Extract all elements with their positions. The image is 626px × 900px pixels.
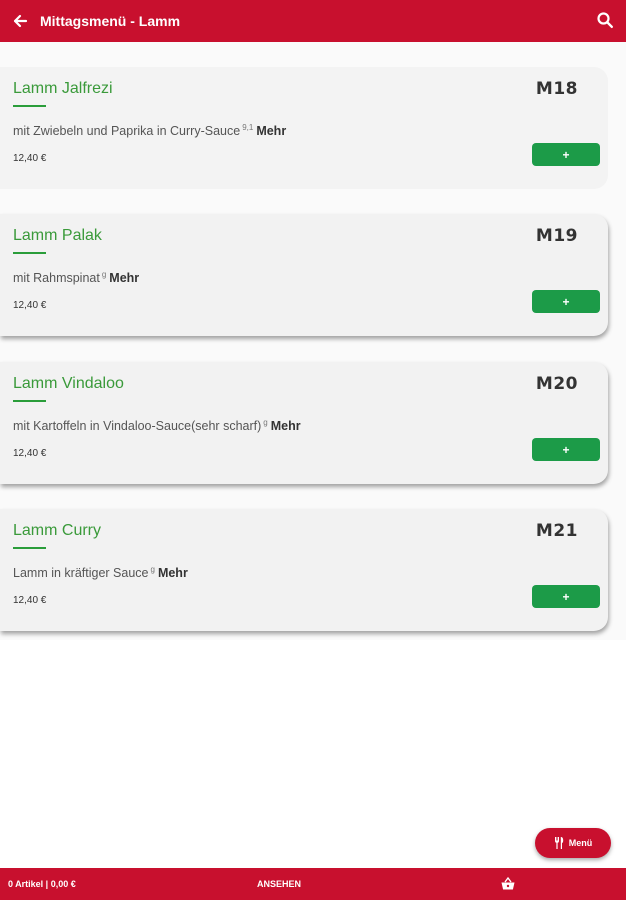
- menu-item-card[interactable]: Lamm Curry M21 Lamm in kräftiger Sauce g M…: [0, 509, 608, 631]
- cart-summary: 0 Artikel | 0,00 €: [8, 879, 76, 889]
- more-link[interactable]: Mehr: [271, 419, 301, 433]
- more-link[interactable]: Mehr: [256, 124, 286, 138]
- item-price: 12,40 €: [13, 300, 47, 311]
- add-to-cart-button[interactable]: +: [532, 143, 600, 166]
- item-name-underline: [13, 252, 46, 254]
- item-price: 12,40 €: [13, 153, 47, 164]
- item-description-text: mit Kartoffeln in Vindaloo-Sauce(sehr sc…: [13, 419, 262, 434]
- item-name-underline: [13, 547, 46, 549]
- menu-fab-button[interactable]: Menü: [535, 828, 611, 858]
- basket-button[interactable]: [500, 876, 516, 892]
- item-name: Lamm Curry: [13, 522, 102, 539]
- item-allergens: g: [263, 418, 268, 427]
- item-name: Lamm Jalfrezi: [13, 80, 113, 97]
- item-description-text: Lamm in kräftiger Sauce: [13, 566, 149, 581]
- item-price: 12,40 €: [13, 595, 47, 606]
- menu-fab-label: Menü: [568, 838, 593, 848]
- item-allergens: g: [150, 565, 155, 574]
- add-to-cart-button[interactable]: +: [532, 290, 600, 313]
- item-name-underline: [13, 105, 46, 107]
- item-description: mit Zwiebeln und Paprika in Curry-Sauce 9…: [13, 123, 286, 138]
- menu-item-card[interactable]: Lamm Vindaloo M20 mit Kartoffeln in Vind…: [0, 362, 608, 484]
- item-description-text: mit Rahmspinat: [13, 271, 100, 286]
- item-name: Lamm Palak: [13, 227, 102, 244]
- back-button[interactable]: [2, 0, 38, 42]
- page-title: Mittagsmenü - Lamm: [40, 13, 181, 29]
- item-description: Lamm in kräftiger Sauce g Mehr: [13, 565, 188, 580]
- item-allergens: 9,1: [242, 123, 254, 132]
- app-bar: Mittagsmenü - Lamm: [0, 0, 626, 42]
- view-cart-button[interactable]: ANSEHEN: [257, 879, 301, 889]
- add-to-cart-button[interactable]: +: [532, 438, 600, 461]
- item-code: M20: [535, 374, 578, 394]
- item-code: M21: [535, 521, 578, 541]
- menu-item-card[interactable]: Lamm Palak M19 mit Rahmspinat g Mehr 12,40…: [0, 214, 608, 336]
- item-allergens: g: [101, 270, 107, 279]
- item-description: mit Kartoffeln in Vindaloo-Sauce(sehr sc…: [13, 418, 301, 433]
- item-code: M18: [535, 79, 578, 99]
- add-to-cart-button[interactable]: +: [532, 585, 600, 608]
- item-price: 12,40 €: [13, 448, 47, 459]
- more-link[interactable]: Mehr: [109, 271, 139, 285]
- search-button[interactable]: [596, 11, 616, 31]
- item-description: mit Rahmspinat g Mehr: [13, 270, 139, 285]
- search-icon: [597, 12, 613, 28]
- menu-item-card[interactable]: Lamm Jalfrezi M18 mit Zwiebeln und Papri…: [0, 67, 608, 189]
- cutlery-icon: [554, 837, 563, 849]
- cart-bar: 0 Artikel | 0,00 € ANSEHEN: [0, 868, 626, 900]
- item-name: Lamm Vindaloo: [13, 375, 124, 392]
- item-description-text: mit Zwiebeln und Paprika in Curry-Sauce: [13, 124, 241, 139]
- item-code: M19: [535, 226, 578, 246]
- basket-icon: [501, 876, 515, 890]
- item-name-underline: [13, 400, 46, 402]
- arrow-left-icon: [13, 14, 28, 28]
- more-link[interactable]: Mehr: [158, 566, 188, 580]
